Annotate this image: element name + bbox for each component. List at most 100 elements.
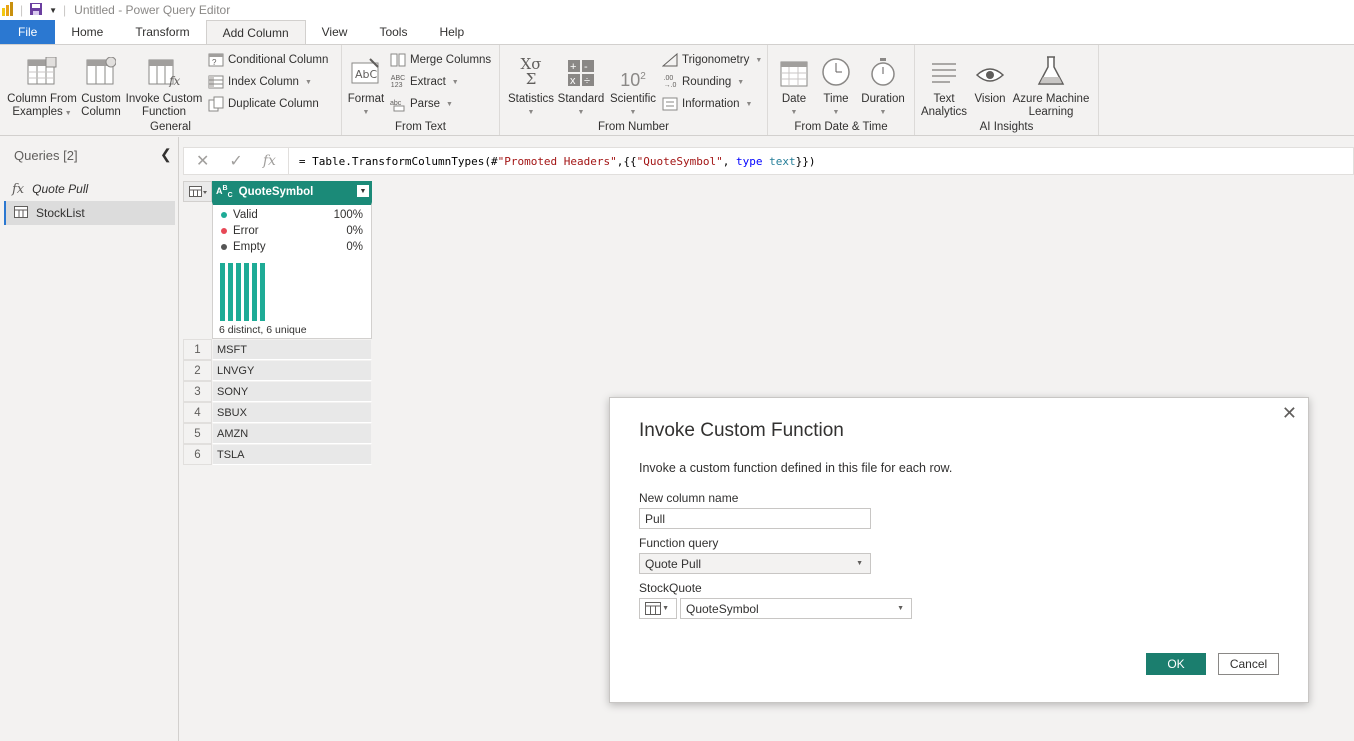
svg-text:?: ?: [212, 58, 217, 67]
tab-help[interactable]: Help: [423, 20, 480, 45]
parse-button[interactable]: abc Parse ▼: [390, 94, 453, 114]
row-number[interactable]: 4: [183, 402, 212, 423]
row-number[interactable]: 2: [183, 360, 212, 381]
cancel-formula-icon[interactable]: ✕: [196, 151, 209, 171]
date-button[interactable]: Date ▼: [774, 51, 814, 119]
cancel-button[interactable]: Cancel: [1218, 653, 1279, 675]
column-filter-dropdown[interactable]: ▼: [356, 184, 370, 198]
chevron-down-icon: ▼: [577, 109, 585, 116]
chevron-down-icon: ▼: [629, 109, 637, 116]
query-item-quote-pull[interactable]: fx Quote Pull: [4, 177, 175, 201]
duration-button[interactable]: Duration ▼: [858, 51, 908, 119]
row-number[interactable]: 5: [183, 423, 212, 444]
column-header-quotesymbol[interactable]: ABC QuoteSymbol ▼: [212, 181, 372, 202]
svg-text:AbC: AbC: [355, 68, 378, 81]
ribbon-group-general: Column From Examples ▼ Custom Column fx …: [0, 45, 342, 135]
distribution-bar[interactable]: [236, 263, 241, 321]
table-cell[interactable]: AMZN: [212, 423, 372, 444]
chevron-down-icon: ▼: [832, 109, 840, 116]
formula-text[interactable]: = Table.TransformColumnTypes(#"Promoted …: [289, 155, 816, 168]
param-column-select[interactable]: QuoteSymbol ▼: [680, 598, 912, 619]
table-row: 2 LNVGY: [183, 360, 372, 381]
table-cell[interactable]: MSFT: [212, 339, 372, 360]
vision-button[interactable]: Vision: [969, 51, 1011, 106]
table-cell[interactable]: TSLA: [212, 444, 372, 465]
fx-icon[interactable]: fx: [263, 153, 276, 169]
conditional-column-button[interactable]: ? Conditional Column: [208, 50, 328, 70]
distribution-bar[interactable]: [244, 263, 249, 321]
row-number[interactable]: 3: [183, 381, 212, 402]
query-item-stocklist[interactable]: StockList: [4, 201, 175, 225]
chevron-down-icon: ▼: [745, 100, 753, 108]
time-button[interactable]: Time ▼: [816, 51, 856, 119]
new-column-name-label: New column name: [639, 491, 739, 505]
collapse-pane-icon[interactable]: ❮: [160, 146, 172, 163]
trigonometry-button[interactable]: Trigonometry ▼: [662, 50, 762, 70]
index-column-button[interactable]: Index Column ▼: [208, 72, 312, 92]
formula-bar: ✕ ✓ fx = Table.TransformColumnTypes(#"Pr…: [183, 147, 1354, 175]
tab-view[interactable]: View: [306, 20, 364, 45]
format-button[interactable]: AbC Format ▼: [346, 51, 386, 119]
extract-icon: ABC 123: [390, 75, 406, 89]
text-type-icon[interactable]: ABC: [216, 185, 233, 199]
merge-columns-button[interactable]: Merge Columns: [390, 50, 491, 70]
tab-transform[interactable]: Transform: [119, 20, 205, 45]
close-icon[interactable]: ✕: [1282, 403, 1297, 424]
chevron-down-icon: ▼: [755, 56, 763, 64]
chevron-down-icon: ▼: [662, 605, 669, 612]
tab-tools[interactable]: Tools: [363, 20, 423, 45]
function-query-select[interactable]: Quote Pull ▼: [639, 553, 871, 574]
commit-formula-icon[interactable]: ✓: [229, 151, 242, 171]
column-from-examples-button[interactable]: Column From Examples ▼: [6, 51, 78, 120]
duplicate-column-icon: [208, 96, 224, 112]
rounding-button[interactable]: .00 →.0 Rounding ▼: [662, 72, 745, 92]
table-cell[interactable]: SONY: [212, 381, 372, 402]
invoke-custom-function-button[interactable]: fx Invoke Custom Function: [124, 51, 204, 119]
azure-machine-learning-button[interactable]: Azure Machine Learning: [1011, 51, 1091, 119]
standard-button[interactable]: + - x ÷ Standard ▼: [556, 51, 606, 119]
clock-icon: [822, 58, 850, 86]
index-column-icon: [208, 74, 224, 90]
statistics-button[interactable]: Xσ Σ Statistics ▼: [506, 51, 556, 119]
scientific-button[interactable]: 102 Scientific ▼: [606, 51, 660, 119]
stockquote-param-label: StockQuote: [639, 581, 702, 595]
duplicate-column-button[interactable]: Duplicate Column: [208, 94, 319, 114]
function-query-label: Function query: [639, 536, 719, 550]
table-icon: [645, 602, 661, 615]
empty-dot-icon: [221, 244, 227, 250]
svg-text:÷: ÷: [584, 75, 590, 87]
information-button[interactable]: Information ▼: [662, 94, 752, 114]
table-menu-button[interactable]: [183, 181, 212, 202]
customize-quick-access-icon[interactable]: ▼: [49, 6, 57, 15]
distribution-bar[interactable]: [260, 263, 265, 321]
statistics-icon: Xσ Σ: [520, 55, 542, 88]
custom-column-button[interactable]: Custom Column: [78, 51, 124, 119]
row-number[interactable]: 1: [183, 339, 212, 360]
tab-file[interactable]: File: [0, 20, 56, 45]
distribution-bar[interactable]: [220, 263, 225, 321]
save-icon[interactable]: [29, 2, 43, 19]
ok-button[interactable]: OK: [1146, 653, 1206, 675]
information-icon: [662, 96, 678, 112]
separator: |: [63, 3, 67, 17]
tab-home[interactable]: Home: [55, 20, 119, 45]
parse-icon: abc: [390, 96, 406, 112]
ribbon-group-from-date-time: Date ▼ Time ▼ Duration ▼ From Date & Tim…: [768, 45, 915, 135]
group-label: From Text: [395, 121, 446, 133]
extract-button[interactable]: ABC 123 Extract ▼: [390, 72, 459, 92]
queries-header: Queries [2]: [14, 148, 78, 163]
row-number[interactable]: 6: [183, 444, 212, 465]
valid-dot-icon: [221, 212, 227, 218]
text-analytics-button[interactable]: Text Analytics: [919, 51, 969, 119]
svg-text:+: +: [570, 61, 576, 73]
distribution-bar[interactable]: [228, 263, 233, 321]
param-type-select[interactable]: ▼: [639, 598, 677, 619]
distribution-chart: [220, 263, 265, 321]
dialog-description: Invoke a custom function defined in this…: [639, 461, 953, 475]
tab-add-column[interactable]: Add Column: [205, 20, 306, 45]
distribution-bar[interactable]: [252, 263, 257, 321]
table-cell[interactable]: LNVGY: [212, 360, 372, 381]
new-column-name-input[interactable]: [639, 508, 871, 529]
table-cell[interactable]: SBUX: [212, 402, 372, 423]
chevron-down-icon: ▼: [62, 110, 72, 117]
